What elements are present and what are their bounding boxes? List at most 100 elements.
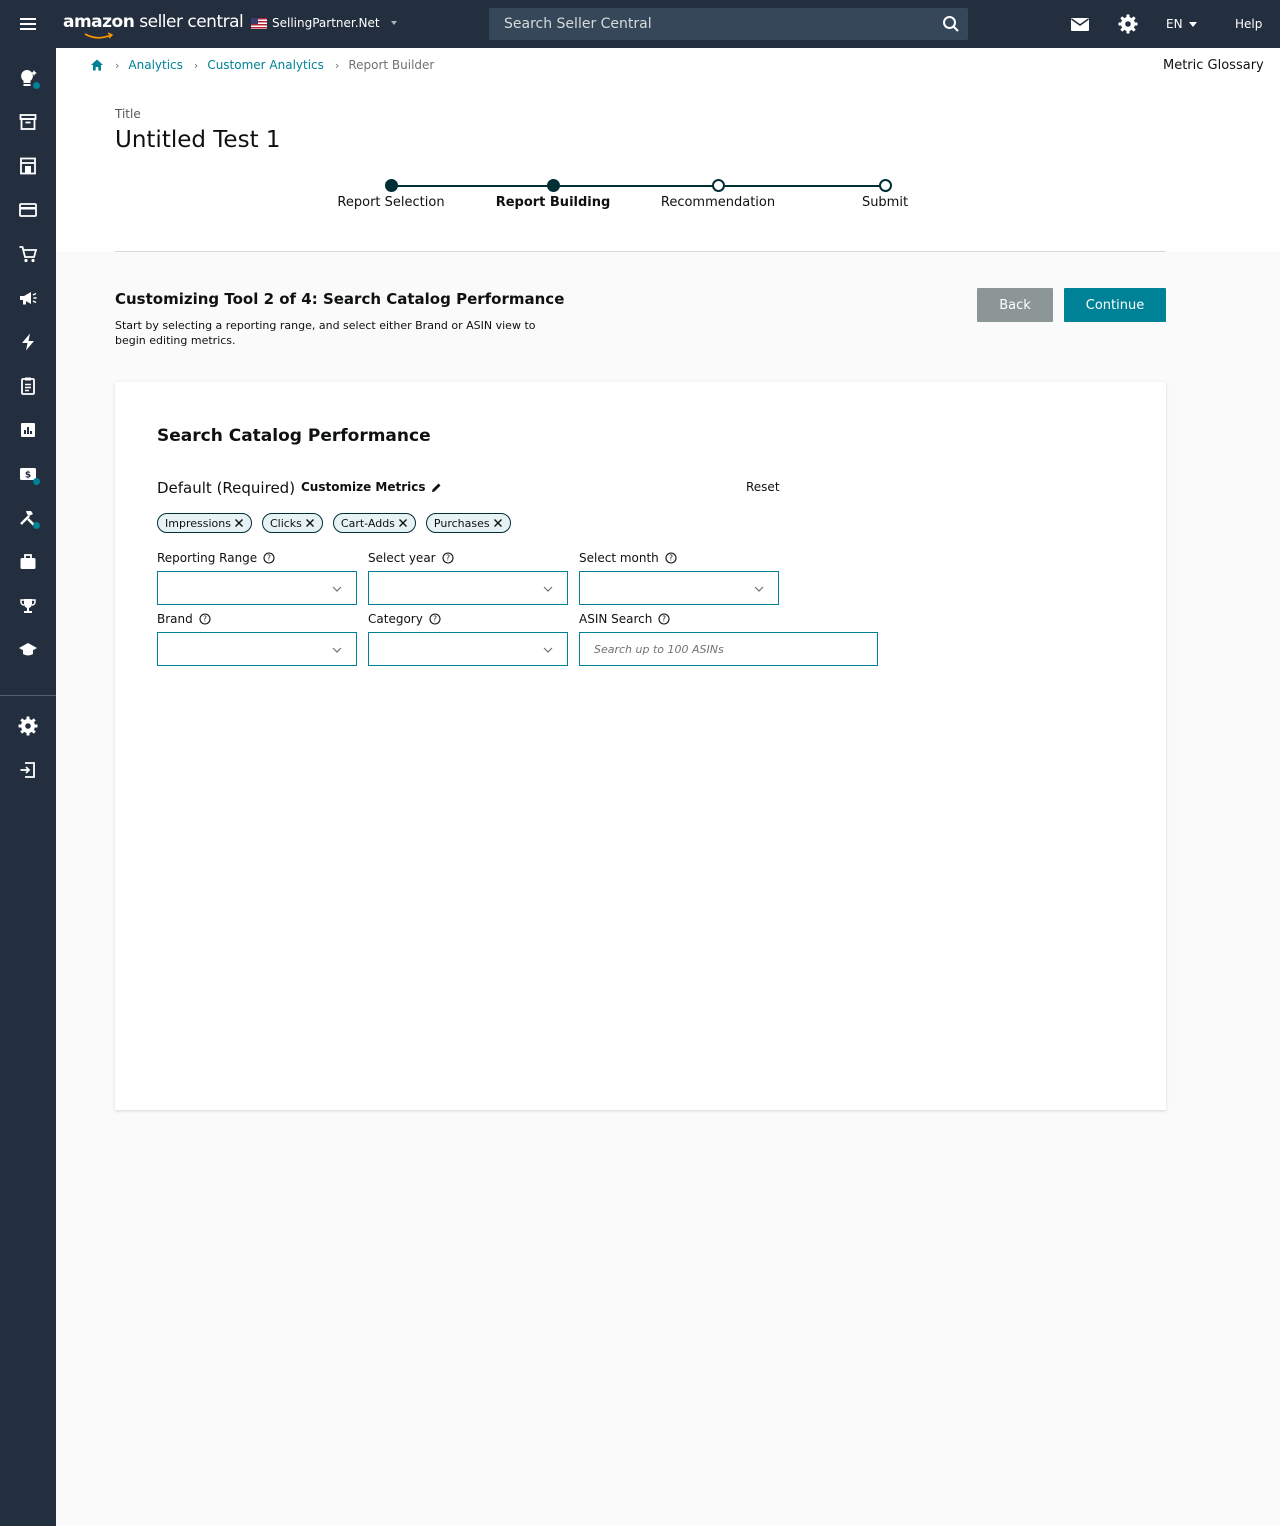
close-icon[interactable] xyxy=(305,518,315,528)
language-caret-icon xyxy=(1188,21,1197,27)
marketplace-caret-icon xyxy=(390,21,397,25)
seller-central-logo[interactable]: amazon seller central xyxy=(63,12,244,39)
default-metrics-label: Default (Required) xyxy=(157,479,296,497)
mail-icon[interactable] xyxy=(1070,14,1090,34)
learning-graduation-cap-icon[interactable] xyxy=(18,640,38,660)
metric-chip-clicks[interactable]: Clicks xyxy=(261,513,323,533)
language-label: EN xyxy=(1166,17,1183,31)
amazon-smile-icon xyxy=(84,32,114,39)
breadcrumb-separator-icon: › xyxy=(115,58,120,72)
reporting-range-label: Reporting Range ? xyxy=(157,551,275,565)
sidebar: $ xyxy=(0,48,56,1526)
top-bar: amazon seller central SellingPartner.Net xyxy=(0,0,1280,48)
field-label-text: ASIN Search xyxy=(579,612,653,626)
logo-brand-rest: seller central xyxy=(134,12,244,32)
svg-text:?: ? xyxy=(433,615,437,624)
stepper-track xyxy=(391,185,885,187)
help-circle-icon[interactable]: ? xyxy=(199,613,211,625)
select-month-select[interactable] xyxy=(579,571,779,605)
back-button[interactable]: Back xyxy=(977,288,1053,322)
marketplace-switcher[interactable]: SellingPartner.Net xyxy=(251,16,397,30)
logo-brand-bold: amazon xyxy=(63,12,135,32)
select-month-label: Select month ? xyxy=(579,551,677,565)
us-flag-icon xyxy=(251,17,267,29)
category-label: Category ? xyxy=(368,612,441,626)
step-submit-label: Submit xyxy=(861,195,909,210)
header-divider xyxy=(115,251,1166,252)
breadcrumb-separator-icon: › xyxy=(334,58,340,72)
breadcrumb-analytics[interactable]: Analytics xyxy=(128,58,183,72)
help-circle-icon[interactable]: ? xyxy=(429,613,441,625)
metric-chip-purchases[interactable]: Purchases xyxy=(425,513,511,533)
svg-text:?: ? xyxy=(203,615,207,624)
advertising-megaphone-icon[interactable] xyxy=(18,288,38,308)
settings-gear-icon[interactable] xyxy=(18,716,38,736)
payments-card-icon[interactable] xyxy=(18,200,38,220)
help-circle-icon[interactable]: ? xyxy=(658,613,670,625)
reset-button[interactable]: Reset xyxy=(746,480,780,494)
sidebar-divider xyxy=(0,695,56,696)
field-label-text: Select month xyxy=(579,551,659,565)
close-icon[interactable] xyxy=(234,518,244,528)
help-circle-icon[interactable]: ? xyxy=(665,552,677,564)
asin-search-label: ASIN Search ? xyxy=(579,612,670,626)
help-circle-icon[interactable]: ? xyxy=(263,552,275,564)
step-report-selection-dot xyxy=(385,179,398,192)
svg-text:$: $ xyxy=(25,471,31,481)
step-report-selection-label: Report Selection xyxy=(337,195,445,210)
metric-chip-impressions[interactable]: Impressions xyxy=(157,513,252,533)
lightning-deals-icon[interactable] xyxy=(18,332,38,352)
metric-chip-cart-adds[interactable]: Cart-Adds xyxy=(332,513,416,533)
shopping-cart-icon[interactable] xyxy=(18,244,38,264)
select-year-label: Select year ? xyxy=(368,551,454,565)
page-title[interactable]: Untitled Test 1 xyxy=(115,127,281,153)
tool-title: Customizing Tool 2 of 4: Search Catalog … xyxy=(115,290,565,308)
asin-search-input[interactable] xyxy=(579,632,878,666)
customize-metrics-label: Customize Metrics xyxy=(301,480,426,494)
trophy-icon[interactable] xyxy=(18,596,38,616)
marketplace-name: SellingPartner.Net xyxy=(272,16,380,30)
global-search xyxy=(489,8,968,40)
home-icon[interactable] xyxy=(90,58,104,72)
svg-text:?: ? xyxy=(446,554,450,563)
analytics-bar-chart-icon[interactable] xyxy=(18,420,38,440)
briefcase-icon[interactable] xyxy=(18,552,38,572)
search-input[interactable] xyxy=(489,8,968,40)
inventory-box-icon[interactable] xyxy=(18,112,38,132)
pencil-icon xyxy=(431,483,440,492)
field-label-text: Brand xyxy=(157,612,193,626)
svg-text:?: ? xyxy=(662,615,666,624)
chip-label: Purchases xyxy=(433,516,490,530)
step-report-building-dot xyxy=(547,179,560,192)
reports-clipboard-icon[interactable] xyxy=(18,376,38,396)
close-icon[interactable] xyxy=(398,518,408,528)
svg-text:?: ? xyxy=(267,554,271,563)
step-submit-dot xyxy=(879,179,892,192)
search-icon[interactable] xyxy=(942,15,960,33)
select-year-select[interactable] xyxy=(368,571,568,605)
metric-glossary-link[interactable]: Metric Glossary xyxy=(1163,58,1264,73)
brand-select[interactable] xyxy=(157,632,357,666)
breadcrumb-customer-analytics[interactable]: Customer Analytics xyxy=(207,58,324,72)
sign-out-icon[interactable] xyxy=(18,760,38,780)
chip-label: Clicks xyxy=(269,516,302,530)
continue-button[interactable]: Continue xyxy=(1064,288,1166,322)
reporting-range-select[interactable] xyxy=(157,571,357,605)
language-selector[interactable]: EN xyxy=(1166,17,1197,31)
breadcrumb: › Analytics › Customer Analytics › Repor… xyxy=(90,58,434,72)
category-select[interactable] xyxy=(368,632,568,666)
title-label: Title xyxy=(115,107,141,121)
help-link[interactable]: Help xyxy=(1235,17,1262,31)
storefront-icon[interactable] xyxy=(18,156,38,176)
help-circle-icon[interactable]: ? xyxy=(442,552,454,564)
hamburger-menu-icon[interactable] xyxy=(18,14,38,34)
customize-metrics-button[interactable]: Customize Metrics xyxy=(301,480,442,494)
step-recommendation-dot xyxy=(712,179,725,192)
notification-dot xyxy=(33,522,40,529)
close-icon[interactable] xyxy=(493,518,503,528)
report-card: Search Catalog Performance Default (Requ… xyxy=(115,382,1166,1110)
field-label-text: Select year xyxy=(368,551,436,565)
breadcrumb-separator-icon: › xyxy=(193,58,199,72)
settings-gear-icon[interactable] xyxy=(1118,14,1138,34)
svg-text:?: ? xyxy=(669,554,673,563)
